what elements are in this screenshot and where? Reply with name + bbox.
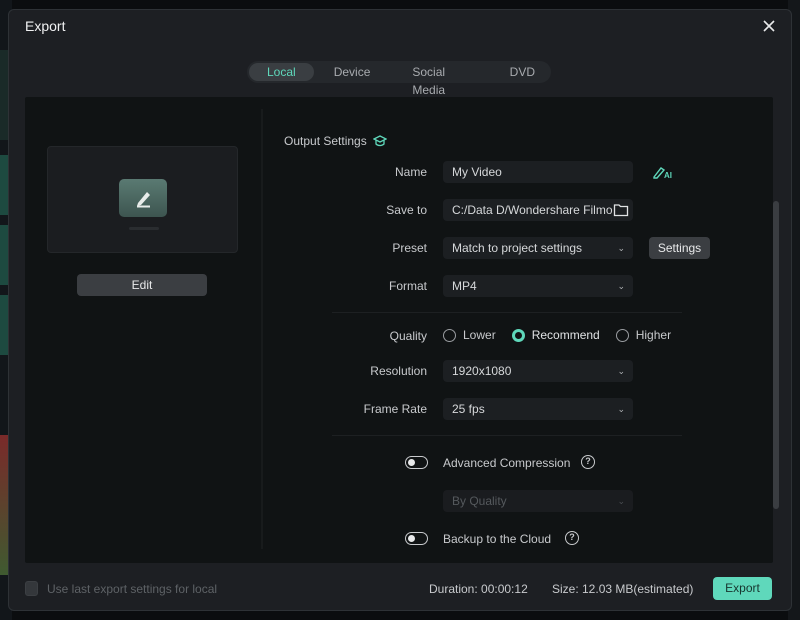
thumbnail-shadow (129, 227, 159, 230)
preset-settings-button[interactable]: Settings (649, 237, 710, 259)
quality-radio-group: Lower Recommend Higher (443, 328, 687, 342)
radio-circle-selected (511, 328, 525, 342)
backup-cloud-toggle[interactable] (405, 532, 428, 545)
toggle-knob (408, 458, 415, 466)
duration-text: Duration: 00:00:12 (429, 582, 528, 596)
resolution-label: Resolution (370, 364, 427, 378)
output-settings-label: Output Settings (284, 134, 367, 148)
close-button[interactable] (759, 16, 779, 36)
export-button[interactable]: Export (713, 577, 772, 600)
format-value: MP4 (452, 279, 477, 293)
radio-circle (615, 328, 629, 342)
quality-option-recommend[interactable]: Recommend (511, 328, 600, 342)
toggle-knob (408, 534, 415, 542)
help-icon[interactable]: ? (565, 531, 579, 545)
name-input[interactable]: My Video (443, 161, 633, 183)
settings-panel: Edit Output Settings Name My Video AI Sa… (25, 97, 779, 563)
preset-label: Preset (392, 241, 427, 255)
tab-device[interactable]: Device (320, 63, 385, 81)
export-tabs: Local Device Social Media DVD (247, 61, 551, 97)
ai-rename-icon: AI (653, 167, 672, 180)
name-label: Name (394, 165, 427, 179)
graduation-cap-icon[interactable] (372, 135, 387, 147)
chevron-down-icon: ⌄ (617, 404, 625, 414)
save-to-path: C:/Data D/Wondershare Filmo (452, 203, 613, 217)
use-last-settings-label: Use last export settings for local (47, 582, 218, 596)
advanced-compression-toggle[interactable] (405, 456, 428, 469)
quality-option-lower[interactable]: Lower (443, 328, 496, 342)
quality-option-higher[interactable]: Higher (615, 328, 672, 342)
size-estimate-text: Size: 12.03 MB(estimated) (552, 582, 694, 596)
tab-social-media[interactable]: Social Media (398, 63, 475, 97)
ai-rename-button[interactable]: AI (652, 164, 672, 180)
chevron-down-icon: ⌄ (617, 243, 625, 253)
frame-rate-label: Frame Rate (363, 402, 427, 416)
radio-circle (443, 328, 456, 342)
preset-dropdown[interactable]: Match to project settings ⌄ (443, 237, 633, 259)
quality-option-label: Higher (635, 328, 672, 342)
chevron-down-icon: ⌄ (617, 281, 625, 291)
format-dropdown[interactable]: MP4 ⌄ (443, 275, 633, 297)
format-label: Format (388, 279, 427, 293)
chevron-down-icon: ⌄ (617, 366, 625, 376)
quality-option-label: Lower (463, 328, 496, 342)
tab-dvd[interactable]: DVD (496, 63, 549, 81)
use-last-settings-checkbox[interactable] (25, 581, 38, 596)
section-divider (332, 312, 682, 313)
preset-value: Match to project settings (452, 241, 583, 255)
compression-mode-dropdown: By Quality ⌄ (443, 490, 633, 512)
chevron-down-icon: ⌄ (617, 496, 625, 506)
quality-label: Quality (389, 329, 427, 343)
settings-scrollbar[interactable] (773, 201, 779, 509)
frame-rate-value: 25 fps (452, 402, 485, 416)
close-icon (763, 20, 775, 32)
dialog-title: Export (25, 18, 66, 34)
help-icon[interactable]: ? (581, 455, 595, 469)
quality-option-label: Recommend (531, 328, 600, 342)
tab-local[interactable]: Local (249, 63, 314, 81)
compression-mode-value: By Quality (452, 494, 507, 508)
output-settings-title: Output Settings (284, 134, 387, 148)
save-to-input[interactable]: C:/Data D/Wondershare Filmo (443, 199, 633, 221)
save-to-label: Save to (386, 203, 427, 217)
backup-cloud-label: Backup to the Cloud (443, 532, 552, 546)
advanced-compression-label: Advanced Compression (443, 456, 571, 470)
section-divider (332, 435, 682, 436)
resolution-dropdown[interactable]: 1920x1080 ⌄ (443, 360, 633, 382)
svg-text:AI: AI (664, 171, 672, 180)
folder-icon[interactable] (613, 203, 629, 217)
frame-rate-dropdown[interactable]: 25 fps ⌄ (443, 398, 633, 420)
resolution-value: 1920x1080 (452, 364, 512, 378)
export-dialog: Export Local Device Social Media DVD Edi… (8, 9, 792, 611)
